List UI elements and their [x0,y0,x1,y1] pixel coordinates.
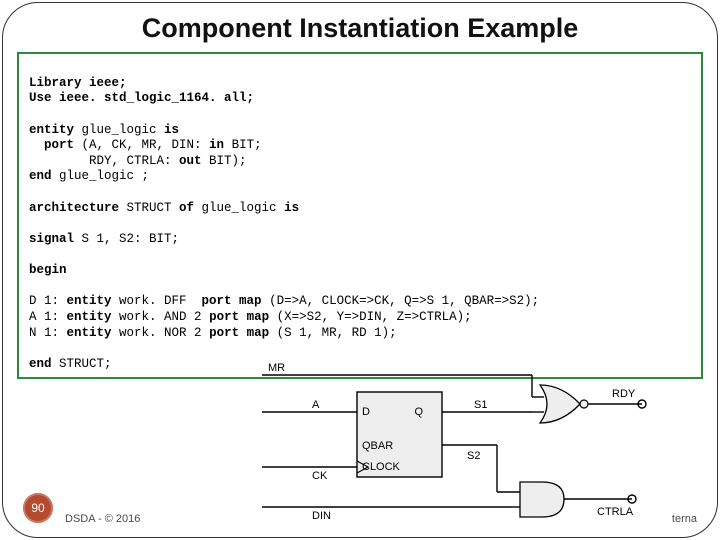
code-line: A 1: entity work. AND 2 port map (X=>S2,… [29,310,472,324]
label-din: DIN [312,510,331,522]
code-line: Library ieee; [29,76,127,90]
code-line: begin [29,263,67,277]
code-line: signal S 1, S2: BIT; [29,232,179,246]
label-mr: MR [268,362,285,374]
code-line: end glue_logic ; [29,169,149,183]
label-qbar: QBAR [362,440,393,452]
circuit-diagram: D Q QBAR CLOCK MR A CK DIN S1 S2 RD [262,357,652,527]
label-q: Q [414,406,423,418]
code-line: entity glue_logic is [29,123,179,137]
label-s2: S2 [467,450,480,462]
code-line: port (A, CK, MR, DIN: in BIT; [29,138,262,152]
code-line: end STRUCT; [29,357,112,371]
label-a: A [312,399,320,411]
label-d: D [362,406,370,418]
code-line: architecture STRUCT of glue_logic is [29,201,299,215]
label-rdy: RDY [612,388,636,400]
code-line: D 1: entity work. DFF port map (D=>A, CL… [29,294,539,308]
footer-right-fragment: terna [672,513,697,525]
code-line: Use ieee. std_logic_1164. all; [29,91,254,105]
page-number-badge: 90 [23,493,53,523]
label-ck: CK [312,470,328,482]
label-s1: S1 [474,399,487,411]
label-ctrla: CTRLA [597,506,634,518]
code-line: N 1: entity work. NOR 2 port map (S 1, M… [29,326,397,340]
code-line: RDY, CTRLA: out BIT); [29,154,247,168]
code-box: Library ieee; Use ieee. std_logic_1164. … [17,52,703,379]
footer-copyright: DSDA - © 2016 [65,513,140,525]
slide-title: Component Instantiation Example [11,13,709,44]
